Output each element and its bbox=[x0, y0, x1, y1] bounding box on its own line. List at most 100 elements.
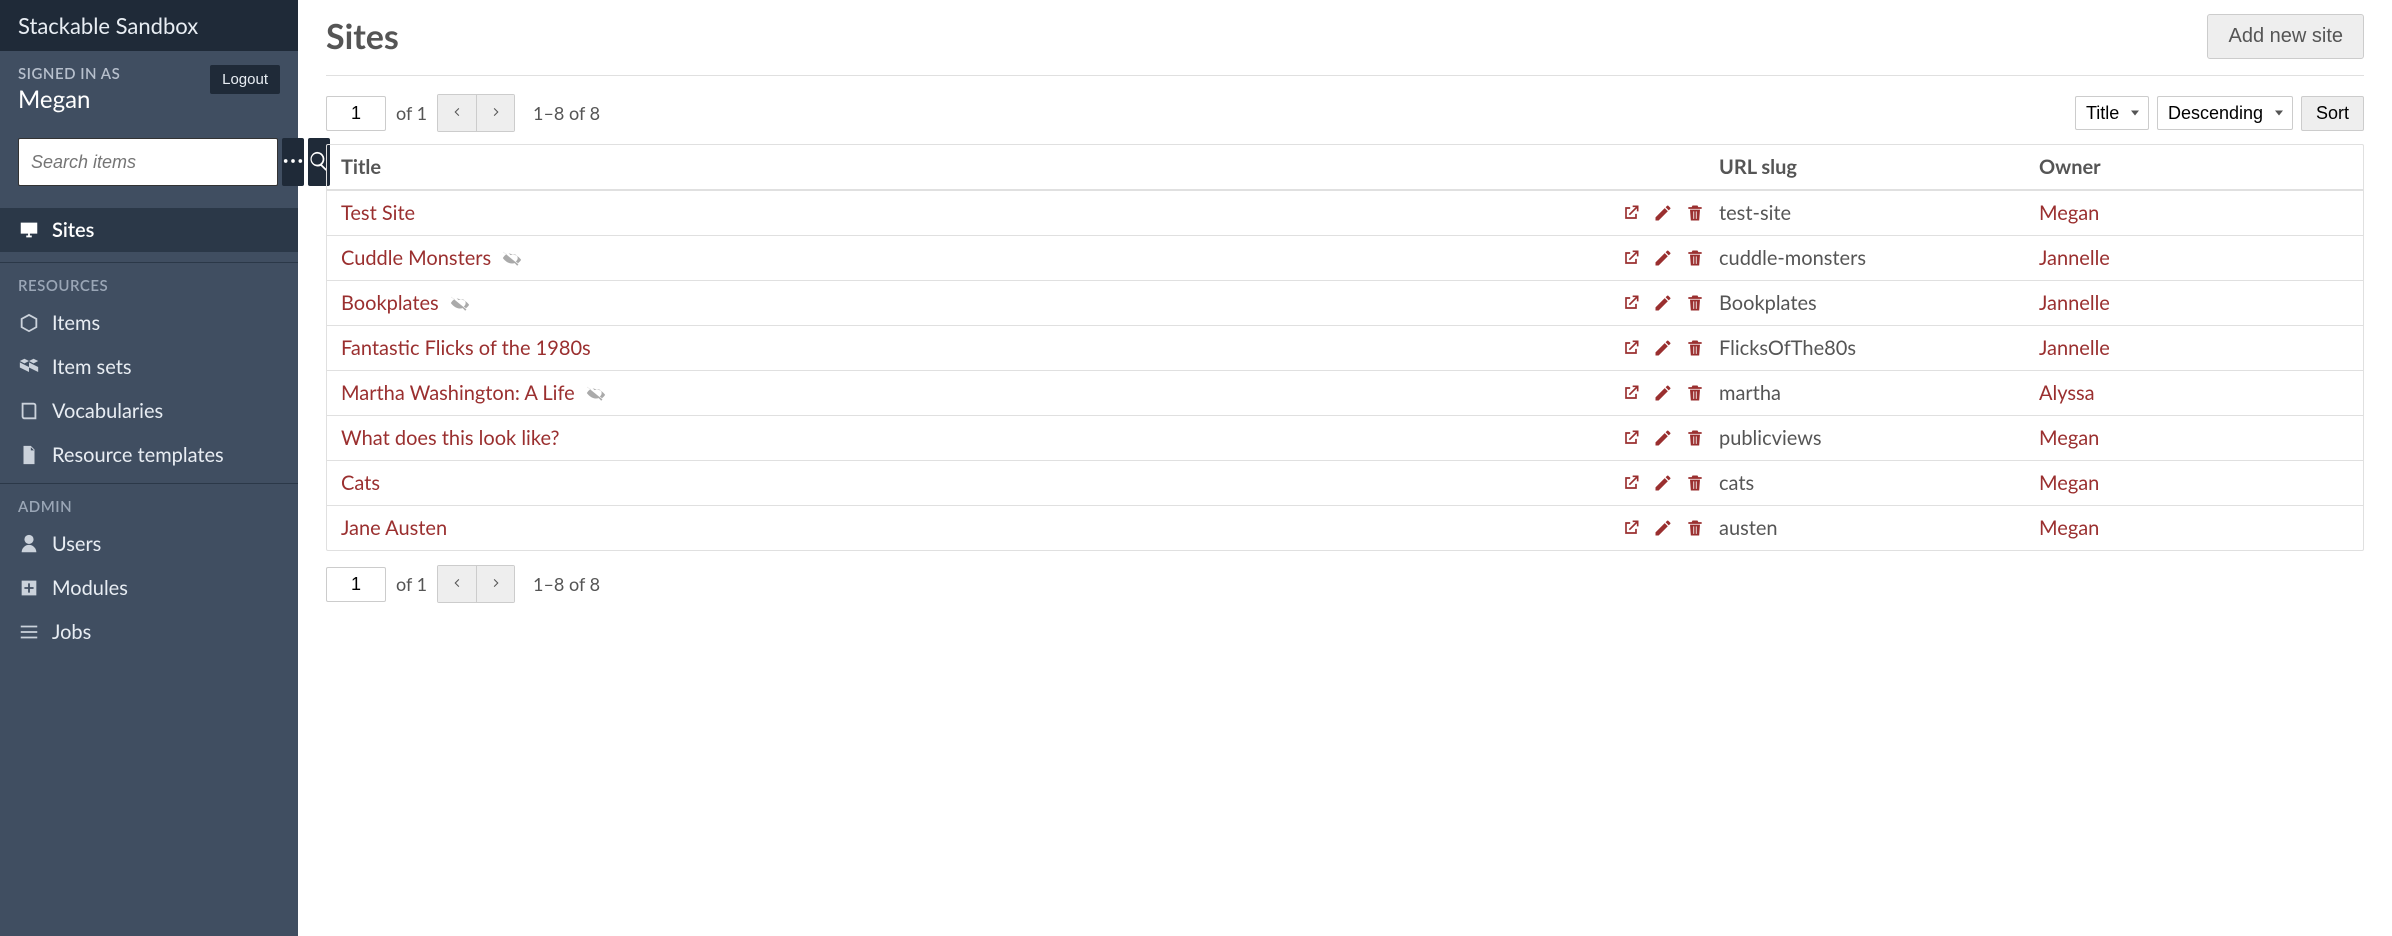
page-number-input[interactable] bbox=[326, 567, 386, 602]
pagination-top: of 1 1–8 of 8 bbox=[326, 94, 600, 132]
sidebar-item-jobs[interactable]: Jobs bbox=[0, 610, 298, 654]
table-row: Martha Washington: A Life marthaAlyssa bbox=[327, 370, 2363, 415]
site-title-link[interactable]: Jane Austen bbox=[341, 516, 447, 540]
page-of-text: of 1 bbox=[396, 573, 427, 595]
table-row: Cuddle Monsters cuddle-monstersJannelle bbox=[327, 235, 2363, 280]
range-text: 1–8 of 8 bbox=[533, 102, 600, 124]
url-slug: martha bbox=[1719, 381, 2039, 405]
range-text: 1–8 of 8 bbox=[533, 573, 600, 595]
trash-icon[interactable] bbox=[1685, 518, 1705, 538]
external-link-icon[interactable] bbox=[1621, 293, 1641, 313]
table-row: BookplatesBookplatesJannelle bbox=[327, 280, 2363, 325]
pencil-icon[interactable] bbox=[1653, 248, 1673, 268]
col-header-owner: Owner bbox=[2039, 155, 2349, 179]
sidebar-item-modules[interactable]: Modules bbox=[0, 566, 298, 610]
trash-icon[interactable] bbox=[1685, 203, 1705, 223]
trash-icon[interactable] bbox=[1685, 473, 1705, 493]
sidebar-item-label: Jobs bbox=[52, 620, 91, 644]
url-slug: test-site bbox=[1719, 201, 2039, 225]
site-title-link[interactable]: Martha Washington: A Life bbox=[341, 381, 575, 405]
sidebar-item-vocabularies[interactable]: Vocabularies bbox=[0, 389, 298, 433]
owner-link[interactable]: Jannelle bbox=[2039, 246, 2110, 270]
sidebar-item-label: Item sets bbox=[52, 355, 132, 379]
owner-link[interactable]: Megan bbox=[2039, 471, 2099, 495]
sort-by-select[interactable]: Title bbox=[2075, 96, 2149, 130]
site-title-link[interactable]: What does this look like? bbox=[341, 426, 559, 450]
prev-page-button[interactable] bbox=[438, 566, 476, 602]
user-icon bbox=[18, 533, 40, 555]
logout-button[interactable]: Logout bbox=[210, 65, 280, 94]
bars-icon bbox=[18, 621, 40, 643]
url-slug: cuddle-monsters bbox=[1719, 246, 2039, 270]
pencil-icon[interactable] bbox=[1653, 293, 1673, 313]
pencil-icon[interactable] bbox=[1653, 203, 1673, 223]
add-new-site-button[interactable]: Add new site bbox=[2207, 14, 2364, 59]
search-input[interactable] bbox=[18, 138, 278, 186]
sidebar-item-items[interactable]: Items bbox=[0, 301, 298, 345]
url-slug: FlicksOfThe80s bbox=[1719, 336, 2039, 360]
plus-square-icon bbox=[18, 577, 40, 599]
url-slug: Bookplates bbox=[1719, 291, 2039, 315]
prev-page-button[interactable] bbox=[438, 95, 476, 131]
sidebar-item-label: Items bbox=[52, 311, 100, 335]
sort-button[interactable]: Sort bbox=[2301, 96, 2364, 131]
next-page-button[interactable] bbox=[476, 566, 514, 602]
pencil-icon[interactable] bbox=[1653, 338, 1673, 358]
chevron-right-icon bbox=[490, 577, 502, 592]
sidebar-item-users[interactable]: Users bbox=[0, 522, 298, 566]
external-link-icon[interactable] bbox=[1621, 473, 1641, 493]
site-title-link[interactable]: Test Site bbox=[341, 201, 415, 225]
nav-divider bbox=[0, 262, 298, 263]
external-link-icon[interactable] bbox=[1621, 383, 1641, 403]
trash-icon[interactable] bbox=[1685, 338, 1705, 358]
brand-title: Stackable Sandbox bbox=[0, 0, 298, 51]
table-row: What does this look like?publicviewsMega… bbox=[327, 415, 2363, 460]
main-content: Sites Add new site of 1 1–8 of 8 Title D… bbox=[298, 0, 2392, 936]
sites-table: Title URL slug Owner Test Sitetest-siteM… bbox=[326, 144, 2364, 551]
owner-link[interactable]: Alyssa bbox=[2039, 381, 2095, 405]
sidebar-item-sites[interactable]: Sites bbox=[0, 208, 298, 252]
eye-off-icon bbox=[449, 292, 471, 314]
owner-link[interactable]: Jannelle bbox=[2039, 336, 2110, 360]
table-row: Fantastic Flicks of the 1980s FlicksOfThe… bbox=[327, 325, 2363, 370]
cube-icon bbox=[18, 312, 40, 334]
page-title: Sites bbox=[326, 16, 399, 57]
sidebar-item-label: Sites bbox=[52, 218, 94, 242]
chevron-left-icon bbox=[451, 106, 463, 121]
site-title-link[interactable]: Fantastic Flicks of the 1980s bbox=[341, 336, 591, 360]
external-link-icon[interactable] bbox=[1621, 248, 1641, 268]
sort-dir-select[interactable]: Descending bbox=[2157, 96, 2293, 130]
pencil-icon[interactable] bbox=[1653, 473, 1673, 493]
owner-link[interactable]: Jannelle bbox=[2039, 291, 2110, 315]
sidebar-item-item-sets[interactable]: Item sets bbox=[0, 345, 298, 389]
owner-link[interactable]: Megan bbox=[2039, 516, 2099, 540]
page-of-text: of 1 bbox=[396, 102, 427, 124]
owner-link[interactable]: Megan bbox=[2039, 426, 2099, 450]
sidebar-item-label: Resource templates bbox=[52, 443, 224, 467]
external-link-icon[interactable] bbox=[1621, 518, 1641, 538]
sidebar-item-label: Vocabularies bbox=[52, 399, 163, 423]
trash-icon[interactable] bbox=[1685, 293, 1705, 313]
external-link-icon[interactable] bbox=[1621, 203, 1641, 223]
next-page-button[interactable] bbox=[476, 95, 514, 131]
book-icon bbox=[18, 400, 40, 422]
eye-off-icon bbox=[501, 247, 523, 269]
sidebar-item-resource-templates[interactable]: Resource templates bbox=[0, 433, 298, 477]
pencil-icon[interactable] bbox=[1653, 383, 1673, 403]
col-header-slug: URL slug bbox=[1719, 155, 2039, 179]
trash-icon[interactable] bbox=[1685, 428, 1705, 448]
site-title-link[interactable]: Bookplates bbox=[341, 291, 439, 315]
trash-icon[interactable] bbox=[1685, 248, 1705, 268]
site-title-link[interactable]: Cats bbox=[341, 471, 380, 495]
external-link-icon[interactable] bbox=[1621, 338, 1641, 358]
trash-icon[interactable] bbox=[1685, 383, 1705, 403]
url-slug: austen bbox=[1719, 516, 2039, 540]
external-link-icon[interactable] bbox=[1621, 428, 1641, 448]
nav-heading-admin: ADMIN bbox=[0, 490, 298, 522]
page-number-input[interactable] bbox=[326, 96, 386, 131]
owner-link[interactable]: Megan bbox=[2039, 201, 2099, 225]
chevron-right-icon bbox=[490, 106, 502, 121]
pencil-icon[interactable] bbox=[1653, 518, 1673, 538]
pencil-icon[interactable] bbox=[1653, 428, 1673, 448]
site-title-link[interactable]: Cuddle Monsters bbox=[341, 246, 491, 270]
